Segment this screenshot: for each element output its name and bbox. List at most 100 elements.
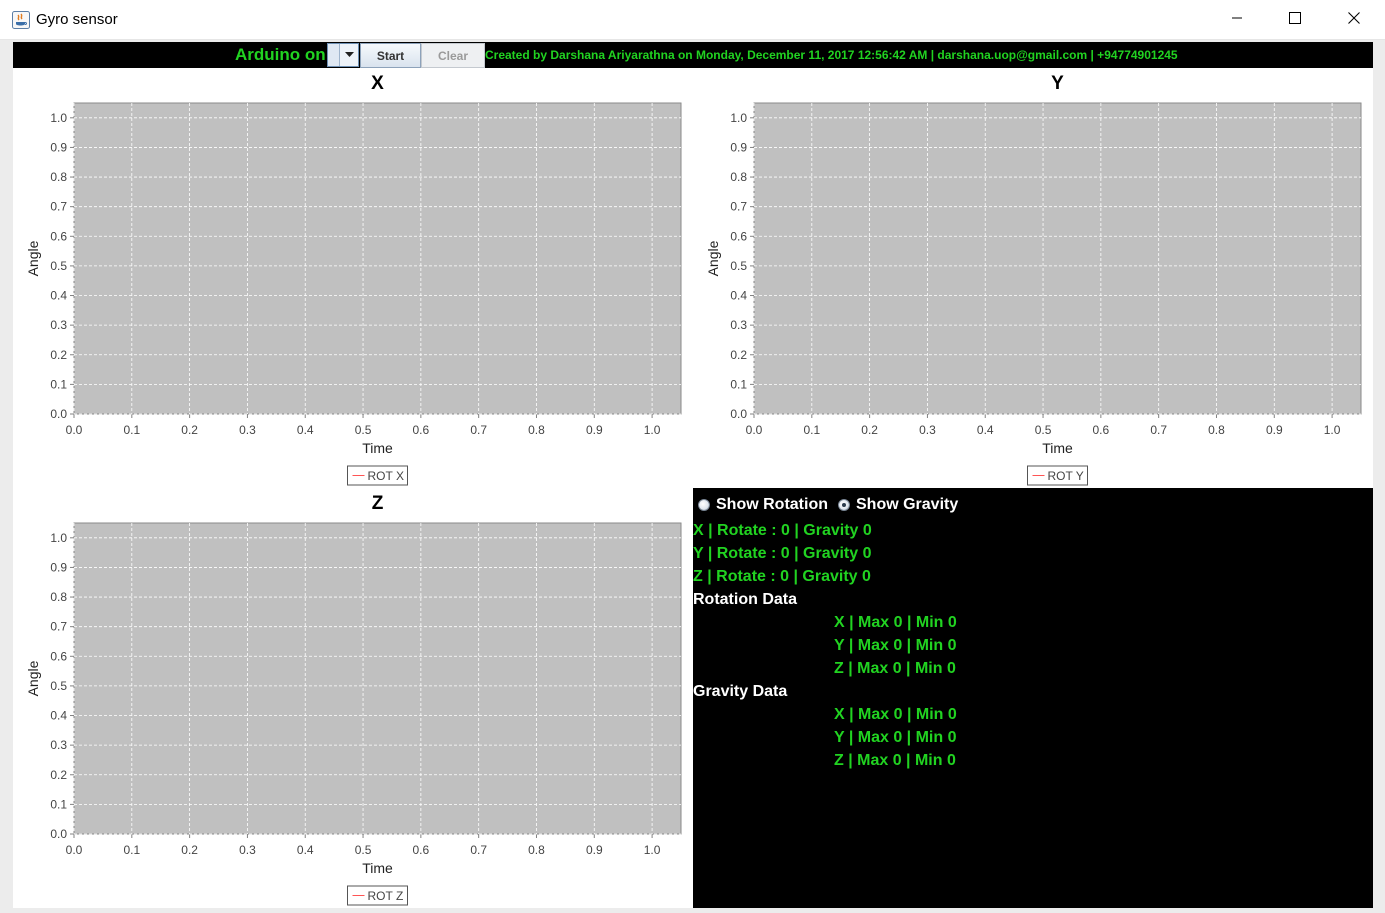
x-tick-label: 0.7	[1150, 423, 1167, 437]
gravity-y-stats: Y | Max 0 | Min 0	[834, 729, 957, 746]
x-tick-label: 0.6	[413, 423, 430, 437]
x-tick-label: 0.3	[239, 423, 256, 437]
y-tick-label: 0.3	[730, 318, 747, 332]
plot-area	[73, 522, 682, 835]
y-tick-label: 0.0	[730, 407, 747, 421]
chart-y: Y 0.0 0.1 0.2 0.3 0.4 0.5 0.6 0.7 0.8 0.9 1.0 0.0 0.1…	[693, 68, 1373, 488]
x-tick-label: 1.0	[644, 423, 661, 437]
gravity-x-stats: X | Max 0 | Min 0	[834, 706, 957, 723]
x-tick-label: 0.3	[239, 843, 256, 857]
x-tick-label: 0.4	[297, 423, 314, 437]
show-rotation-radio[interactable]: Show Rotation	[698, 496, 828, 514]
chart-title: Z	[372, 493, 384, 514]
y-tick-label: 0.7	[730, 200, 747, 214]
x-tick-label: 0.3	[919, 423, 936, 437]
chart-legend: ROT Z	[347, 885, 408, 906]
x-axis-label: Time	[362, 440, 393, 456]
y-tick-label: 1.0	[50, 111, 67, 125]
show-gravity-label: Show Gravity	[856, 496, 959, 513]
x-tick-label: 0.9	[1266, 423, 1283, 437]
maximize-icon	[1289, 11, 1301, 29]
y-tick-label: 0.3	[50, 318, 67, 332]
y-tick-label: 0.2	[50, 768, 67, 782]
gravity-data-heading: Gravity Data	[693, 683, 788, 700]
show-rotation-label: Show Rotation	[716, 496, 828, 513]
y-tick-label: 0.1	[730, 377, 747, 391]
y-tick-label: 0.9	[50, 560, 67, 574]
legend-label: ROT Z	[368, 889, 404, 903]
clear-button[interactable]: Clear	[421, 43, 485, 68]
legend-label: ROT Y	[1048, 469, 1084, 483]
x-axis-label: Time	[1042, 440, 1073, 456]
radio-icon[interactable]	[698, 499, 710, 511]
x-tick-label: 0.9	[586, 423, 603, 437]
x-tick-label: 0.5	[355, 843, 372, 857]
x-tick-label: 0.6	[1093, 423, 1110, 437]
x-tick-label: 0.7	[470, 423, 487, 437]
minimize-icon	[1231, 11, 1243, 29]
y-tick-label: 0.3	[50, 738, 67, 752]
window-titlebar: Gyro sensor	[0, 0, 1385, 40]
x-tick-label: 0.1	[123, 423, 140, 437]
y-tick-label: 0.2	[50, 348, 67, 362]
x-tick-label: 0.1	[803, 423, 820, 437]
radio-selected-icon[interactable]	[838, 499, 850, 511]
rotation-data-heading: Rotation Data	[693, 591, 797, 608]
x-tick-label: 0.8	[528, 423, 545, 437]
close-button[interactable]	[1325, 0, 1383, 40]
y-axis-label: Angle	[25, 240, 41, 276]
info-panel: Show Rotation Show Gravity X | Rotate : …	[693, 488, 1373, 908]
y-tick-label: 0.8	[50, 590, 67, 604]
chart-title: Y	[1051, 73, 1064, 94]
x-tick-label: 1.0	[1324, 423, 1341, 437]
x-tick-label: 0.1	[123, 843, 140, 857]
x-tick-label: 0.0	[66, 843, 83, 857]
chart-z: Z 0.0 0.1 0.2 0.3 0.4 0.5 0.6 0.7 0.8 0.9 1.0 0.0 0.1…	[13, 488, 693, 908]
plot-area	[73, 102, 682, 415]
toolbar: Arduino on Start Clear Created by Darsha…	[13, 42, 1373, 68]
y-tick-label: 1.0	[50, 531, 67, 545]
y-axis-label: Angle	[25, 660, 41, 696]
y-tick-label: 0.9	[730, 140, 747, 154]
y-tick-label: 0.1	[50, 797, 67, 811]
y-tick-label: 0.0	[50, 407, 67, 421]
window-title: Gyro sensor	[36, 11, 118, 28]
x-tick-label: 0.2	[181, 423, 198, 437]
y-tick-label: 1.0	[730, 111, 747, 125]
y-tick-label: 0.8	[50, 170, 67, 184]
y-tick-label: 0.5	[50, 679, 67, 693]
y-axis-label: Angle	[705, 240, 721, 276]
y-tick-label: 0.1	[50, 377, 67, 391]
x-tick-label: 0.5	[355, 423, 372, 437]
chart-legend: ROT X	[347, 465, 408, 486]
java-app-icon	[12, 11, 30, 29]
port-select[interactable]	[327, 43, 359, 67]
y-tick-label: 0.7	[50, 200, 67, 214]
x-tick-label: 0.8	[528, 843, 545, 857]
y-tick-label: 0.6	[50, 229, 67, 243]
maximize-button[interactable]	[1266, 0, 1324, 40]
legend-label: ROT X	[368, 469, 404, 483]
rotation-z-stats: Z | Max 0 | Min 0	[834, 660, 956, 677]
x-tick-label: 0.0	[746, 423, 763, 437]
start-button[interactable]: Start	[360, 43, 421, 68]
y-tick-label: 0.9	[50, 140, 67, 154]
x-tick-label: 0.2	[181, 843, 198, 857]
y-tick-label: 0.6	[730, 229, 747, 243]
minimize-button[interactable]	[1208, 0, 1266, 40]
y-tick-label: 0.6	[50, 649, 67, 663]
x-tick-label: 0.7	[470, 843, 487, 857]
show-gravity-radio[interactable]: Show Gravity	[838, 496, 958, 514]
y-tick-label: 0.8	[730, 170, 747, 184]
chart-x: X 0.0 0.1 0.2 0.3 0.4 0.5 0.6 0.7 0.8 0.9 1.0 0.0 0.1…	[13, 68, 693, 488]
x-tick-label: 0.8	[1208, 423, 1225, 437]
chart-svg: X 0.0 0.1 0.2 0.3 0.4 0.5 0.6 0.7 0.8 0.9 1.0 0.0 0.1…	[25, 73, 682, 486]
y-tick-label: 0.2	[730, 348, 747, 362]
chevron-down-icon[interactable]	[339, 44, 358, 66]
x-current-value: X | Rotate : 0 | Gravity 0	[693, 522, 872, 539]
x-tick-label: 1.0	[644, 843, 661, 857]
x-tick-label: 0.4	[297, 843, 314, 857]
y-current-value: Y | Rotate : 0 | Gravity 0	[693, 545, 872, 562]
x-tick-label: 0.0	[66, 423, 83, 437]
y-tick-label: 0.5	[50, 259, 67, 273]
